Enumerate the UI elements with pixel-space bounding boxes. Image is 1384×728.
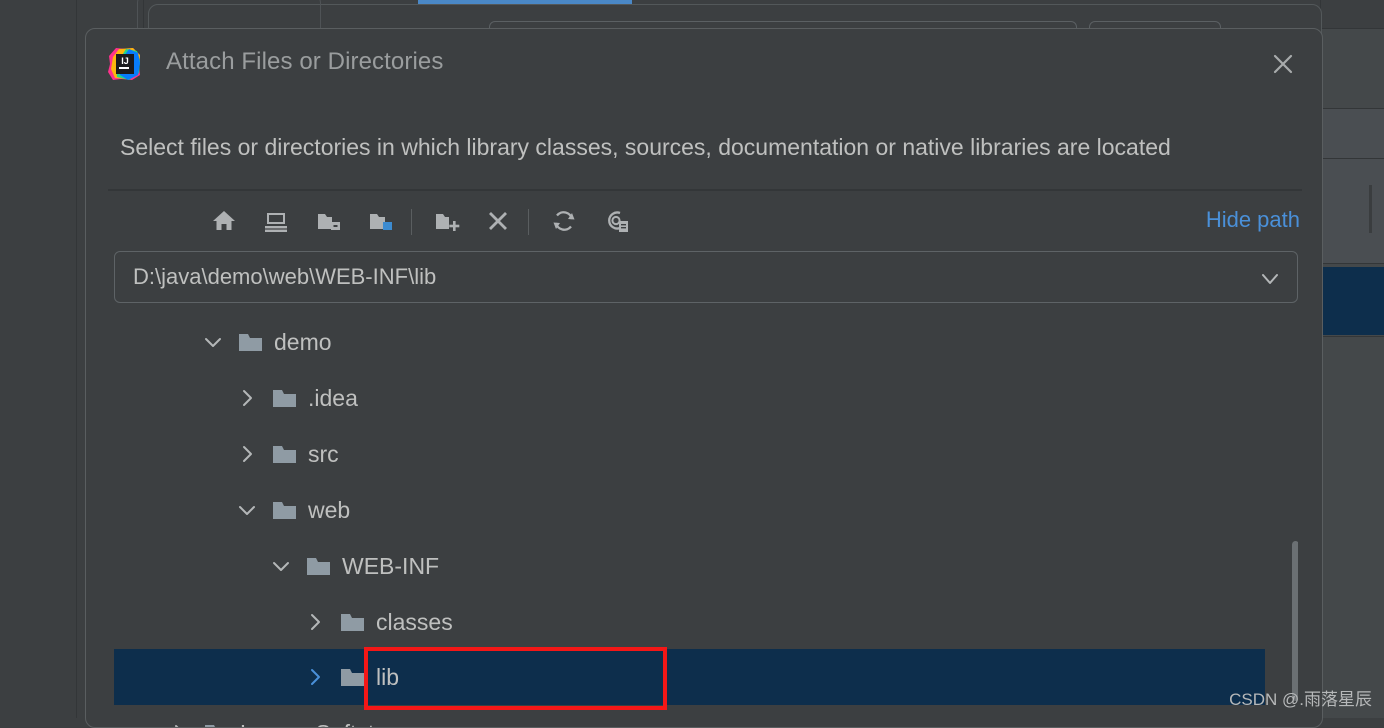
folder-icon	[204, 723, 230, 728]
folder-icon	[272, 444, 298, 465]
tree-row-label: demo	[274, 329, 332, 356]
chevron-right-icon[interactable]	[166, 720, 192, 728]
dialog-toolbar: Hide path	[86, 195, 1322, 247]
delete-icon[interactable]	[478, 201, 518, 241]
folder-icon	[272, 388, 298, 409]
chevron-right-icon[interactable]	[234, 441, 260, 467]
folder-icon	[238, 332, 264, 353]
new-folder-icon[interactable]	[427, 201, 467, 241]
bg-divider	[1322, 108, 1384, 109]
tree-row[interactable]: src	[114, 426, 1265, 482]
chevron-right-icon[interactable]	[302, 664, 328, 690]
chevron-down-icon[interactable]	[268, 553, 294, 579]
tree-row-label: lib	[376, 664, 399, 691]
bg-divider	[76, 0, 77, 718]
hide-path-link[interactable]: Hide path	[1206, 207, 1300, 233]
intellij-idea-logo-icon: IJ	[107, 47, 141, 81]
tree-row[interactable]: classes	[114, 594, 1265, 650]
chevron-right-icon[interactable]	[234, 385, 260, 411]
bg-divider	[1322, 28, 1384, 29]
tree-row-label: src	[308, 441, 339, 468]
tree-row[interactable]: lib	[114, 649, 1265, 705]
ide-right-panel-selected-row	[1322, 267, 1384, 335]
module-folder-icon[interactable]	[361, 201, 401, 241]
folder-icon	[340, 667, 366, 688]
toolbar-separator	[528, 209, 529, 235]
directory-tree[interactable]: demo .idea src web WEB-INF classes lib LenovoSo…	[114, 314, 1298, 728]
home-icon[interactable]	[204, 201, 244, 241]
ide-text-caret	[1369, 185, 1372, 233]
dialog-subtitle: Select files or directories in which lib…	[120, 134, 1171, 161]
close-icon[interactable]	[1268, 49, 1298, 79]
tree-row[interactable]: demo	[114, 314, 1265, 370]
tree-row-label: WEB-INF	[342, 553, 439, 580]
tree-row-label: web	[308, 497, 350, 524]
folder-icon	[306, 556, 332, 577]
bg-divider	[1322, 263, 1384, 264]
tree-row[interactable]: WEB-INF	[114, 538, 1265, 594]
folder-icon	[340, 612, 366, 633]
dialog-title: Attach Files or Directories	[166, 48, 443, 76]
chevron-down-icon[interactable]	[1259, 268, 1281, 290]
tree-scrollbar-track[interactable]	[1290, 314, 1298, 728]
dialog-title-bar: IJ Attach Files or Directories	[86, 29, 1322, 97]
ide-right-panel-section	[1322, 108, 1384, 263]
header-divider	[108, 189, 1302, 191]
show-hidden-files-icon[interactable]	[597, 201, 637, 241]
chevron-down-icon[interactable]	[234, 497, 260, 523]
project-folder-icon[interactable]	[309, 201, 349, 241]
tree-row[interactable]: web	[114, 482, 1265, 538]
refresh-icon[interactable]	[544, 201, 584, 241]
chevron-right-icon[interactable]	[302, 609, 328, 635]
bg-divider	[1322, 336, 1384, 337]
tree-row-label: classes	[376, 609, 453, 636]
tree-row[interactable]: LenovoSoftstore	[114, 705, 1265, 728]
desktop-icon[interactable]	[256, 201, 296, 241]
tree-row-label: .idea	[308, 385, 358, 412]
path-combo-box[interactable]: D:\java\demo\web\WEB-INF\lib	[114, 251, 1298, 303]
watermark: CSDN @.雨落星辰	[1229, 685, 1372, 710]
chevron-down-icon[interactable]	[200, 329, 226, 355]
toolbar-separator	[411, 209, 412, 235]
folder-icon	[272, 500, 298, 521]
tree-row[interactable]: .idea	[114, 370, 1265, 426]
svg-text:IJ: IJ	[121, 56, 129, 66]
tree-row-label: LenovoSoftstore	[240, 720, 408, 728]
path-value: D:\java\demo\web\WEB-INF\lib	[133, 264, 436, 290]
attach-files-dialog: IJ Attach Files or Directories Select fi…	[85, 28, 1323, 728]
bg-divider	[1322, 158, 1384, 159]
tree-scrollbar-thumb[interactable]	[1292, 541, 1298, 701]
